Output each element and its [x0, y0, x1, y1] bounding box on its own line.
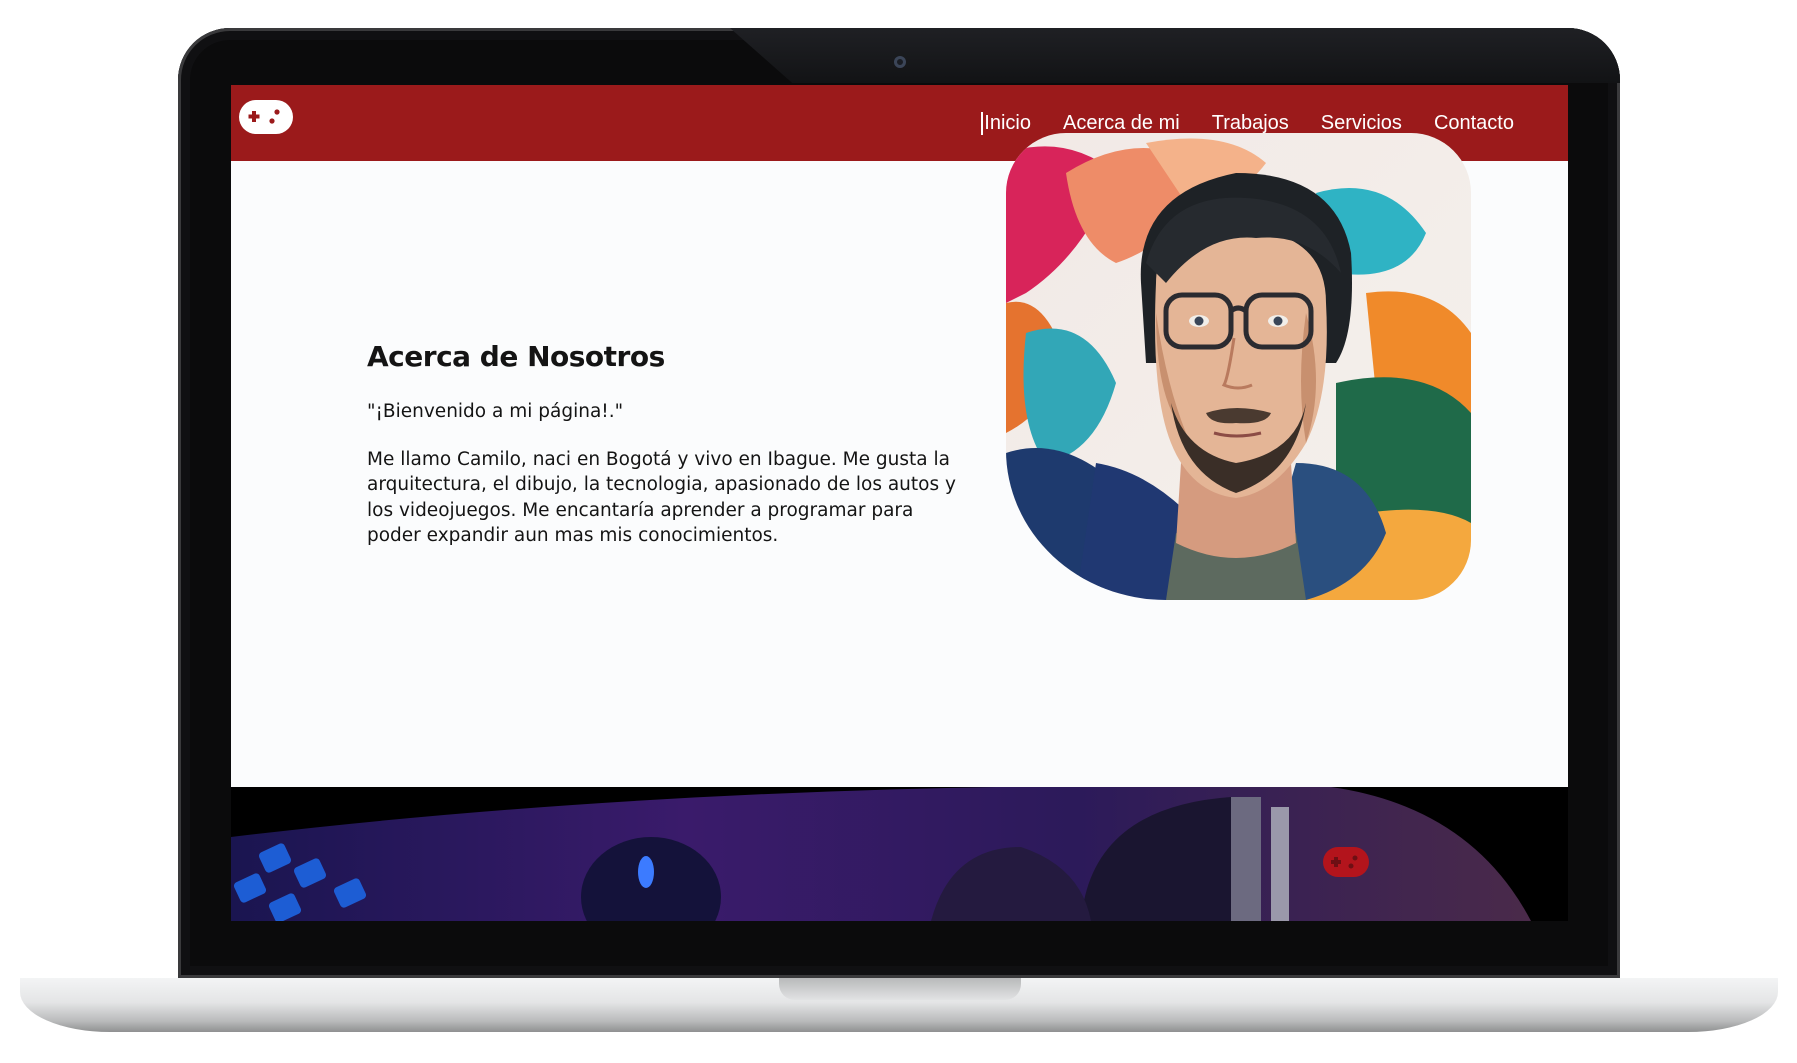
page-title: Acerca de Nosotros [367, 340, 665, 373]
about-section: Acerca de Nosotros "¡Bienvenido a mi pág… [367, 340, 967, 549]
gamepad-icon[interactable] [239, 100, 293, 134]
about-paragraph: Me llamo Camilo, naci en Bogotá y vivo e… [367, 448, 956, 547]
lid-glare [730, 28, 1620, 83]
laptop-notch [779, 978, 1021, 1000]
welcome-text: "¡Bienvenido a mi página!." [367, 401, 624, 422]
screen: Inicio Acerca de mi Trabajos Servicios C… [231, 85, 1568, 921]
camera-icon [894, 56, 906, 68]
gamepad-icon[interactable] [1323, 847, 1369, 877]
nav-link-servicios[interactable]: Servicios [1321, 112, 1402, 135]
nav-link-trabajos[interactable]: Trabajos [1212, 112, 1289, 135]
hero-banner [231, 785, 1568, 921]
nav-link-contacto[interactable]: Contacto [1434, 112, 1514, 135]
nav-link-inicio[interactable]: Inicio [981, 111, 1031, 135]
portrait-image [1006, 133, 1471, 600]
nav-link-acerca[interactable]: Acerca de mi [1063, 112, 1180, 135]
